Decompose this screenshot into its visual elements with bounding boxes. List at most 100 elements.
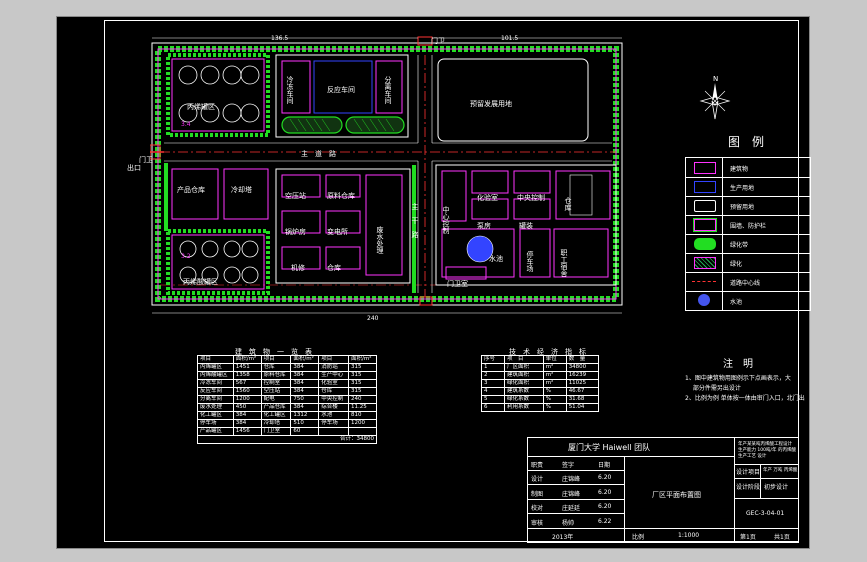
table-cell: 绿化系数 xyxy=(503,395,544,404)
design-project-value: 年产 万吨 丙烯酸 xyxy=(763,468,798,473)
table-total-row: 合计：34800 xyxy=(197,435,377,444)
air-station-label: 空压站 xyxy=(285,192,306,200)
side-warehouse-label: 仓库 xyxy=(564,197,572,211)
notes-title: 注 明 xyxy=(723,359,753,370)
scale-label: 比例 xyxy=(632,534,645,541)
product-warehouse-label: 产品仓库 xyxy=(177,186,205,194)
pump-label: 泵房 xyxy=(477,222,491,230)
table-row: 丙烯酸罐区 1358 原料仓库 384 生产中心 315 xyxy=(197,371,378,380)
separation-label: 分离车间 xyxy=(384,76,392,104)
legend-label-4: 绿化带 xyxy=(730,242,749,249)
table-cell: 面积/m² xyxy=(290,355,320,364)
sheet-label: 第1页 xyxy=(740,534,756,541)
table-cell: 化工罐区 xyxy=(197,411,234,420)
table-cell: 分离车间 xyxy=(197,395,234,404)
drawing-frame: 丙烯罐区 丙烯酸罐区 产品仓库 冷却塔 冷冻车间 反应车间 分离车间 预留发展用… xyxy=(104,20,811,543)
table-cell: 34800 xyxy=(565,363,600,372)
role-date: 6.22 xyxy=(598,517,612,525)
year-label: 2013年 xyxy=(552,534,574,541)
legend-label-0: 建筑物 xyxy=(730,166,749,173)
dorm-label: 职工宿舍 xyxy=(560,249,568,277)
table-cell: 利用系数 xyxy=(503,403,544,412)
table-cell: 仓库 xyxy=(260,363,292,372)
table-cell: 2 xyxy=(481,371,505,380)
legend-greenbelt-swatch xyxy=(694,238,716,250)
scale-value: 1:1000 xyxy=(678,532,700,539)
role-date: 6.20 xyxy=(598,503,612,511)
table-cell: 6 xyxy=(481,403,505,412)
compass-label: N xyxy=(713,75,718,83)
table-cell: 化工罐区 xyxy=(260,411,292,420)
table-cell: 项目 xyxy=(260,355,292,364)
table-cell: 5 xyxy=(481,395,505,404)
table-cell: 消防站 xyxy=(318,363,349,372)
table-cell: 停车场 xyxy=(318,419,349,428)
role-role: 职责 xyxy=(531,462,544,469)
legend-label-1: 生产用地 xyxy=(730,185,755,192)
company-name: 厦门大学 Haiwell 团队 xyxy=(568,443,651,452)
table-row: 2 建筑面积 m² 16239 xyxy=(481,371,600,380)
main-road-label: 主 道 路 xyxy=(301,150,336,158)
table-cell: 化验室 xyxy=(318,379,349,388)
table-cell: % xyxy=(542,387,567,396)
table-cell: 1 xyxy=(481,363,505,372)
role-name: 庄锦峰 xyxy=(562,476,581,484)
table-cell: 建筑面积 xyxy=(503,371,544,380)
north-arrow-icon: N xyxy=(699,75,731,120)
pool-label: 水池 xyxy=(489,255,503,263)
table-cell: 1456 xyxy=(232,427,262,436)
table-cell: 384 xyxy=(232,419,262,428)
legend-production-swatch xyxy=(694,181,716,193)
legend: 建筑物 生产用地 预留用地 围墙、防护栏 绿化带 绿化 道路中心线 水池 xyxy=(685,157,811,311)
role-role: 校对 xyxy=(531,505,544,513)
table-cell: 1451 xyxy=(232,363,262,372)
wastewater-label: 废水处理 xyxy=(376,226,384,254)
notes-line-3: 2、比例为例 单体按一体由审门入口，北门出 xyxy=(685,395,805,402)
legend-roadline-swatch xyxy=(692,281,716,282)
table-row: 分离车间 1200 配电 750 中央控制 240 xyxy=(197,395,378,404)
legend-label-5: 绿化 xyxy=(730,261,743,268)
dim-bottom: 240 xyxy=(367,315,379,322)
table-cell: 384 xyxy=(290,387,320,396)
table-cell: 综合楼 xyxy=(318,403,349,412)
legend-label-7: 水池 xyxy=(730,299,743,306)
role-row: 设计 庄锦峰 6.20 xyxy=(528,470,624,486)
legend-reserved-swatch xyxy=(694,200,716,212)
table-cell: m² xyxy=(542,363,567,372)
drawing-sheet: 丙烯罐区 丙烯酸罐区 产品仓库 冷却塔 冷冻车间 反应车间 分离车间 预留发展用… xyxy=(56,16,811,549)
table-cell: 4 xyxy=(481,387,505,396)
table-cell: 315 xyxy=(347,379,378,388)
gate-room-label: 门卫室 xyxy=(447,280,468,288)
table-cell: 空压站 xyxy=(260,387,292,396)
table-cell: 冷却塔 xyxy=(260,419,292,428)
drawing-title: 厂区平面布置图 xyxy=(652,491,701,499)
repair-label: 机修 xyxy=(291,264,305,272)
design-stage-label: 设计阶段 xyxy=(736,484,761,491)
area-table: 项目 面积/m² 项目 面积/m² 项目 面积/m² 丙烯罐区 1451 仓库 384 消防站 315… xyxy=(197,355,378,444)
table-cell: 384 xyxy=(290,371,320,380)
legend-green-swatch xyxy=(694,257,716,269)
legend-pool-swatch xyxy=(698,294,710,306)
west-exit-label: 出口 xyxy=(127,164,141,172)
table-row: 5 绿化系数% 31.68 xyxy=(481,395,600,404)
table-cell: 1200 xyxy=(232,395,262,404)
table-cell: 51.04 xyxy=(565,403,600,412)
lab-label: 化验室 xyxy=(477,194,498,202)
table-cell: 16239 xyxy=(565,371,600,380)
table-cell: 3 xyxy=(481,379,505,388)
boiler-label: 锅炉房 xyxy=(285,228,306,236)
table-cell: 丙烯酸罐区 xyxy=(197,371,234,380)
table-cell: 810 xyxy=(347,411,378,420)
role-role: 设计 xyxy=(531,476,544,484)
role-row: 职责 签字 日期 xyxy=(528,456,624,471)
table-cell: 60 xyxy=(290,427,320,436)
storage-top-num: 3.4 xyxy=(181,121,191,128)
role-date: 6.20 xyxy=(598,488,612,496)
role-row: 校对 庄延廷 6.20 xyxy=(528,499,624,515)
table-cell: 产品仓库 xyxy=(260,403,292,412)
table-cell: 1200 xyxy=(347,419,378,428)
frozen-shop-label: 冷冻车间 xyxy=(286,76,294,104)
north-gate-label: 门卫 xyxy=(431,37,445,45)
role-role: 审核 xyxy=(531,519,544,527)
table-cell: 水池 xyxy=(318,411,349,420)
